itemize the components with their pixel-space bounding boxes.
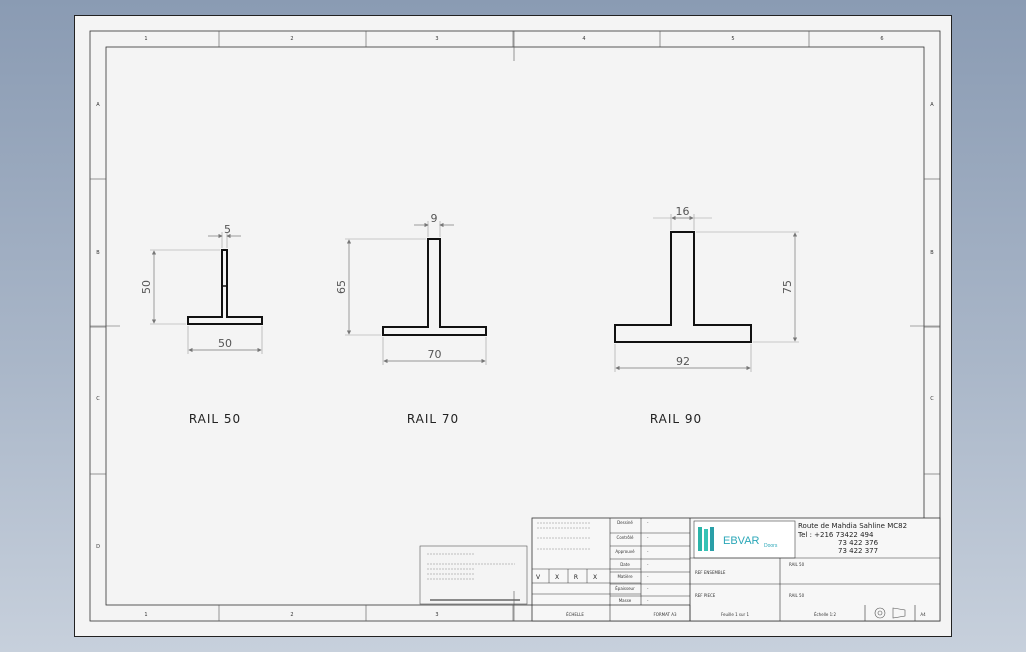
- height-dimension: 75: [781, 280, 794, 294]
- rail-profile-outline: [614, 231, 752, 343]
- check-mark: R: [574, 574, 578, 581]
- ref-assembly-label: REF ENSEMBLE: [695, 570, 726, 575]
- drawing-sheet: 112233445566AABBCCDD 50505RAIL 5070659RA…: [74, 15, 952, 637]
- titleblock-row-label: Dessiné: [617, 520, 633, 525]
- titleblock-row-label: Approuvé: [615, 549, 635, 554]
- titleblock-row-label: Date: [620, 562, 630, 567]
- zone-row-left-A: A: [96, 102, 100, 108]
- company-tel-2: 73 422 376: [838, 539, 879, 547]
- titleblock-row-label: Contrôlé: [617, 535, 634, 540]
- zone-col-top-1: 1: [144, 36, 147, 42]
- rail-2: 70 65 9 RAIL 70: [335, 212, 487, 426]
- width-dimension: 70: [428, 348, 442, 361]
- rail-profile-outline: [187, 249, 263, 325]
- zone-col-top-3: 3: [435, 36, 438, 42]
- titleblock-row-label: Masse: [619, 598, 632, 603]
- zone-col-top-4: 4: [582, 36, 585, 42]
- logo-text: EBVAR: [723, 535, 760, 547]
- zone-col-bottom-2: 2: [290, 612, 293, 618]
- drawing-canvas: 112233445566AABBCCDD 50505RAIL 5070659RA…: [89, 30, 941, 622]
- rail-1: 50 50 5 RAIL 50: [140, 223, 263, 426]
- height-dimension: 65: [335, 280, 348, 294]
- bottom-cell: ÉCHELLE: [566, 612, 584, 617]
- zone-row-left-C: C: [96, 396, 100, 402]
- rail-profile-outline: [382, 238, 487, 336]
- title-block: V X R XDessiné -Contrôlé -Approuvé -Date -Matiè…: [531, 517, 941, 622]
- zone-row-right-B: B: [930, 250, 934, 256]
- zone-col-bottom-1: 1: [144, 612, 147, 618]
- check-mark: X: [593, 574, 597, 581]
- bottom-cell: FORMAT A3: [653, 612, 677, 617]
- ref-value: RAIL 50: [789, 593, 805, 598]
- width-dimension: 92: [676, 355, 690, 368]
- ref-label: REF PIECE: [695, 593, 716, 598]
- stem-dimension: 5: [224, 223, 231, 236]
- company-address: Route de Mahdia Sahline MC82: [798, 522, 907, 530]
- zone-row-right-C: C: [930, 396, 934, 402]
- zone-col-top-6: 6: [880, 36, 883, 42]
- check-mark: X: [555, 574, 559, 581]
- revision-block: [419, 545, 528, 605]
- ref-assembly-value: RAIL 50: [789, 562, 805, 567]
- bottom-cell: Feuille 1 sur 1: [721, 612, 749, 617]
- company-tel: Tel : +216 73422 494: [797, 531, 874, 539]
- rail-label: RAIL 90: [650, 412, 702, 426]
- zone-col-bottom-3: 3: [435, 612, 438, 618]
- zone-row-left-D: D: [96, 544, 100, 550]
- company-tel-3: 73 422 377: [838, 547, 878, 555]
- rail-label: RAIL 70: [407, 412, 459, 426]
- zone-row-right-A: A: [930, 102, 934, 108]
- company-logo: EBVAR Doors: [693, 520, 796, 559]
- height-dimension: 50: [140, 280, 153, 294]
- rail-3: 92 75 16 RAIL 90: [614, 205, 799, 426]
- width-dimension: 50: [218, 337, 232, 350]
- bottom-cell: Échelle 1:2: [814, 612, 837, 617]
- logo-subtext: Doors: [764, 543, 778, 549]
- stem-dimension: 16: [676, 205, 690, 218]
- titleblock-row-label: Matière: [617, 574, 633, 579]
- zone-col-top-5: 5: [731, 36, 734, 42]
- rail-label: RAIL 50: [189, 412, 241, 426]
- zone-row-left-B: B: [96, 250, 100, 256]
- stem-dimension: 9: [431, 212, 438, 225]
- titleblock-row-label: Épaisseur: [615, 586, 635, 591]
- zone-col-top-2: 2: [290, 36, 293, 42]
- bottom-cell: A4: [920, 612, 926, 617]
- rail-profiles: 50 50 5 RAIL 50 70 65 9 RAIL 70 92 75 16 RAIL 90: [140, 205, 799, 426]
